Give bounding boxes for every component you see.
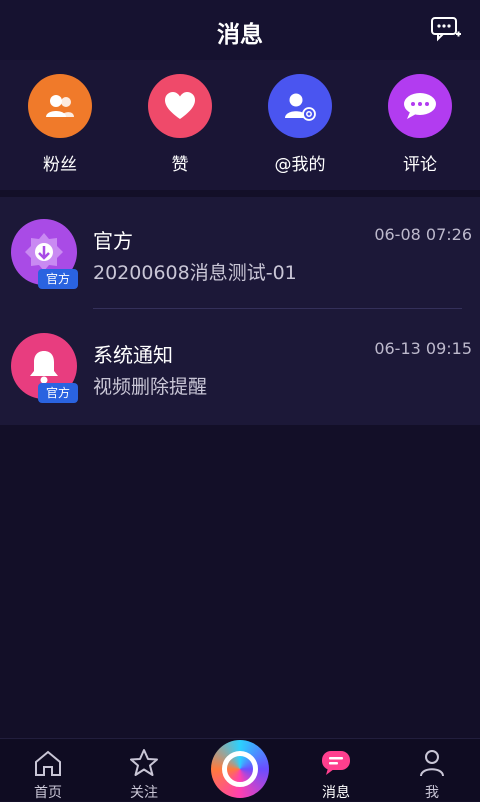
page-title: 消息 (217, 22, 263, 48)
mention-icon (268, 74, 332, 138)
message-time: 06-08 07:26 (374, 225, 472, 244)
camera-button[interactable] (211, 740, 269, 798)
tab-follow-label: 关注 (130, 785, 158, 801)
official-badge: 官方 (38, 269, 78, 289)
list-item[interactable]: 官方 官方 06-08 07:26 20200608消息测试-01 (0, 197, 480, 311)
message-preview: 视频删除提醒 (93, 376, 208, 398)
quick-likes[interactable]: 赞 (120, 74, 240, 175)
message-list: 官方 官方 06-08 07:26 20200608消息测试-01 官方 系统通… (0, 197, 480, 425)
tab-messages-label: 消息 (322, 785, 350, 801)
tab-home-label: 首页 (34, 785, 62, 801)
quick-fans-label: 粉丝 (43, 155, 77, 175)
top-bar: 消息 (0, 0, 480, 60)
quick-comments[interactable]: 评论 (360, 74, 480, 175)
tab-me-label: 我 (425, 785, 439, 801)
profile-icon (420, 750, 444, 777)
bell-icon (30, 351, 58, 384)
fans-icon (28, 74, 92, 138)
heart-icon (148, 74, 212, 138)
message-icon (322, 751, 350, 775)
quick-mentions[interactable]: @我的 (240, 74, 360, 175)
camera-icon (222, 751, 258, 787)
award-icon (25, 233, 63, 271)
message-sender: 官方 (93, 229, 133, 253)
list-item[interactable]: 官方 系统通知 06-13 09:15 视频删除提醒 (0, 311, 480, 425)
message-preview: 20200608消息测试-01 (93, 262, 297, 284)
tab-follow[interactable]: 关注 (96, 739, 192, 802)
message-sender: 系统通知 (93, 343, 173, 367)
compose-message-icon[interactable] (430, 16, 462, 42)
divider (93, 308, 462, 309)
home-icon (35, 750, 61, 776)
quick-comments-label: 评论 (403, 155, 437, 175)
quick-likes-label: 赞 (171, 155, 189, 175)
star-icon (130, 749, 158, 776)
quick-fans[interactable]: 粉丝 (0, 74, 120, 175)
message-time: 06-13 09:15 (374, 339, 472, 358)
quick-mentions-label: @我的 (274, 155, 326, 175)
official-badge: 官方 (38, 383, 78, 403)
tab-messages[interactable]: 消息 (288, 739, 384, 802)
tab-me[interactable]: 我 (384, 739, 480, 802)
comment-icon (388, 74, 452, 138)
tab-home[interactable]: 首页 (0, 739, 96, 802)
quick-actions: 粉丝 赞 @我的 评论 (0, 60, 480, 190)
